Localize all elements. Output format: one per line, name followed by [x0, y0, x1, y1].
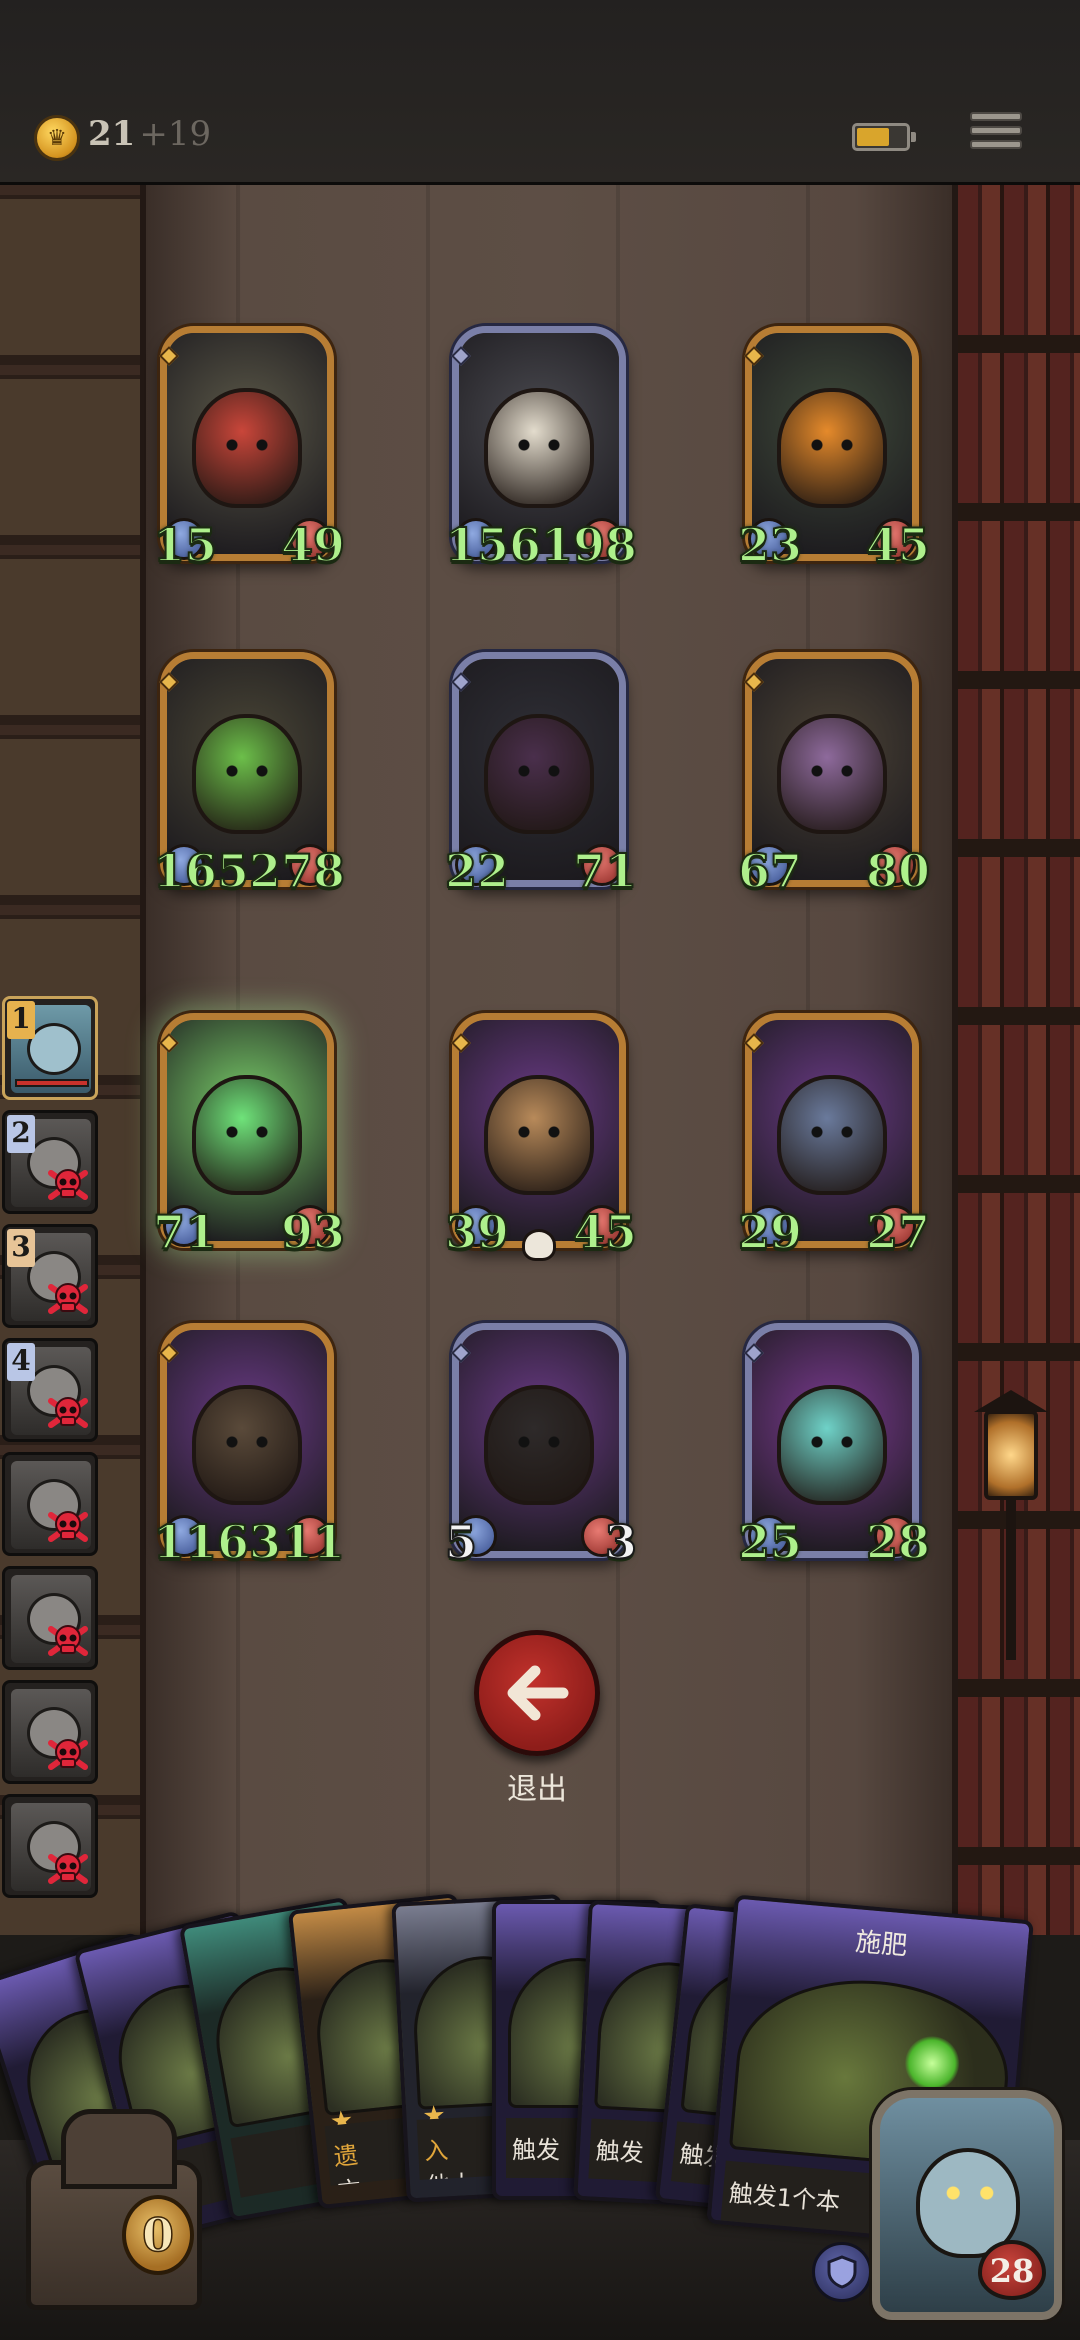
coin-bonus: +19: [139, 114, 212, 154]
coin-amount: 21: [88, 114, 136, 154]
unit-attack: 5: [444, 1515, 478, 1569]
opponent-roster: 1 2 3 4: [2, 996, 100, 1908]
unit-figure: [484, 1384, 594, 1505]
unit-figure: [192, 1074, 302, 1195]
unit-card-mushroom-beast[interactable]: 67 80: [737, 652, 931, 895]
unit-card-totem-tree[interactable]: 116 311: [152, 1323, 346, 1566]
unit-health: 45: [572, 1205, 638, 1259]
unit-attack: 156: [444, 518, 542, 572]
card-title: 施肥: [854, 1927, 909, 1962]
roster-slot[interactable]: 1: [2, 996, 98, 1100]
deck-count: 0: [122, 2195, 194, 2275]
unit-health: 311: [248, 1515, 346, 1569]
unit-card-skull-cultist[interactable]: 53: [444, 1323, 638, 1566]
unit-card-ghost-pirate[interactable]: 71 93: [152, 1013, 346, 1256]
unit-health: 80: [865, 844, 931, 898]
skull-crossbones-icon: [48, 1511, 88, 1542]
top-bar: ♛ 21 +19: [0, 0, 1080, 185]
card-text-line1: 入: [423, 2136, 450, 2166]
roster-slot[interactable]: 4: [2, 1338, 98, 1442]
unit-figure: [192, 1384, 302, 1505]
unit-health: 71: [572, 844, 638, 898]
unit-attack: 71: [152, 1205, 218, 1259]
roster-slot[interactable]: [2, 1680, 98, 1784]
unit-health: 45: [865, 518, 931, 572]
roster-slot[interactable]: [2, 1452, 98, 1556]
skull-crossbones-icon: [48, 1853, 88, 1884]
unit-attack: 29: [737, 1205, 803, 1259]
unit-attack: 22: [444, 844, 510, 898]
unit-figure: [192, 387, 302, 508]
deck-chest[interactable]: [8, 2090, 220, 2330]
unit-card-leaf-girl[interactable]: 165 278: [152, 652, 346, 895]
bookshelf-right: [958, 185, 1080, 1935]
exit-label: 退出: [507, 1772, 567, 1807]
unit-card-tomato-imp[interactable]: 15 49: [152, 326, 346, 569]
skull-crossbones-icon: [48, 1169, 88, 1200]
exit-button[interactable]: [474, 1630, 600, 1756]
unit-attack: 116: [152, 1515, 250, 1569]
roster-slot[interactable]: 3: [2, 1224, 98, 1328]
unit-attack: 39: [444, 1205, 510, 1259]
card-text-line1: 遗: [332, 2140, 360, 2172]
unit-figure: [777, 1074, 887, 1195]
unit-figure: [484, 1074, 594, 1195]
unit-attack: 25: [737, 1515, 803, 1569]
hero-health: 28: [978, 2240, 1046, 2300]
roster-number: 2: [7, 1115, 35, 1153]
health-bar: [15, 1079, 89, 1087]
unit-figure: [484, 713, 594, 834]
skull-icon: [522, 1229, 556, 1261]
unit-attack: 67: [737, 844, 803, 898]
roster-slot[interactable]: 2: [2, 1110, 98, 1214]
unit-health: 93: [280, 1205, 346, 1259]
unit-figure: [777, 1384, 887, 1505]
hamburger-menu-icon[interactable]: [970, 112, 1022, 158]
unit-health: 3: [604, 1515, 638, 1569]
unit-figure: [484, 387, 594, 508]
skull-crossbones-icon: [48, 1625, 88, 1656]
street-lamp: [968, 1370, 1054, 1660]
unit-card-pumpkin-scarecrow-duo[interactable]: 156 198: [444, 326, 638, 569]
unit-attack: 165: [152, 844, 250, 898]
roster-slot[interactable]: [2, 1566, 98, 1670]
skull-crossbones-icon: [48, 1397, 88, 1428]
coin-counter: 21 +19: [88, 114, 211, 154]
unit-health: 28: [865, 1515, 931, 1569]
unit-health: 49: [280, 518, 346, 572]
arrow-left-icon: [507, 1665, 569, 1721]
shield-icon: [812, 2242, 872, 2302]
skull-crossbones-icon: [48, 1283, 88, 1314]
roster-number: 1: [7, 1001, 35, 1039]
unit-card-horned-gargoyle[interactable]: 29 27: [737, 1013, 931, 1256]
unit-health: 198: [540, 518, 638, 572]
card-text-line1: 触发: [595, 2136, 645, 2168]
unit-figure: [777, 387, 887, 508]
battery-icon: [852, 123, 916, 151]
unit-card-scarecrow-lady[interactable]: 39 45: [444, 1013, 638, 1261]
crown-coin-icon: ♛: [34, 115, 80, 161]
unit-figure: [192, 713, 302, 834]
unit-attack: 23: [737, 518, 803, 572]
unit-card-ghost-ogre[interactable]: 25 28: [737, 1323, 931, 1566]
card-text-line1: 触发: [512, 2136, 560, 2164]
roster-number: 4: [7, 1343, 35, 1381]
unit-figure: [777, 713, 887, 834]
unit-health: 278: [248, 844, 346, 898]
unit-health: 27: [865, 1205, 931, 1259]
roster-number: 3: [7, 1229, 35, 1267]
skull-crossbones-icon: [48, 1739, 88, 1770]
unit-card-pumpkin-ghost[interactable]: 23 45: [737, 326, 931, 569]
unit-attack: 15: [152, 518, 218, 572]
unit-card-dark-flower-witch[interactable]: 22 71: [444, 652, 638, 895]
